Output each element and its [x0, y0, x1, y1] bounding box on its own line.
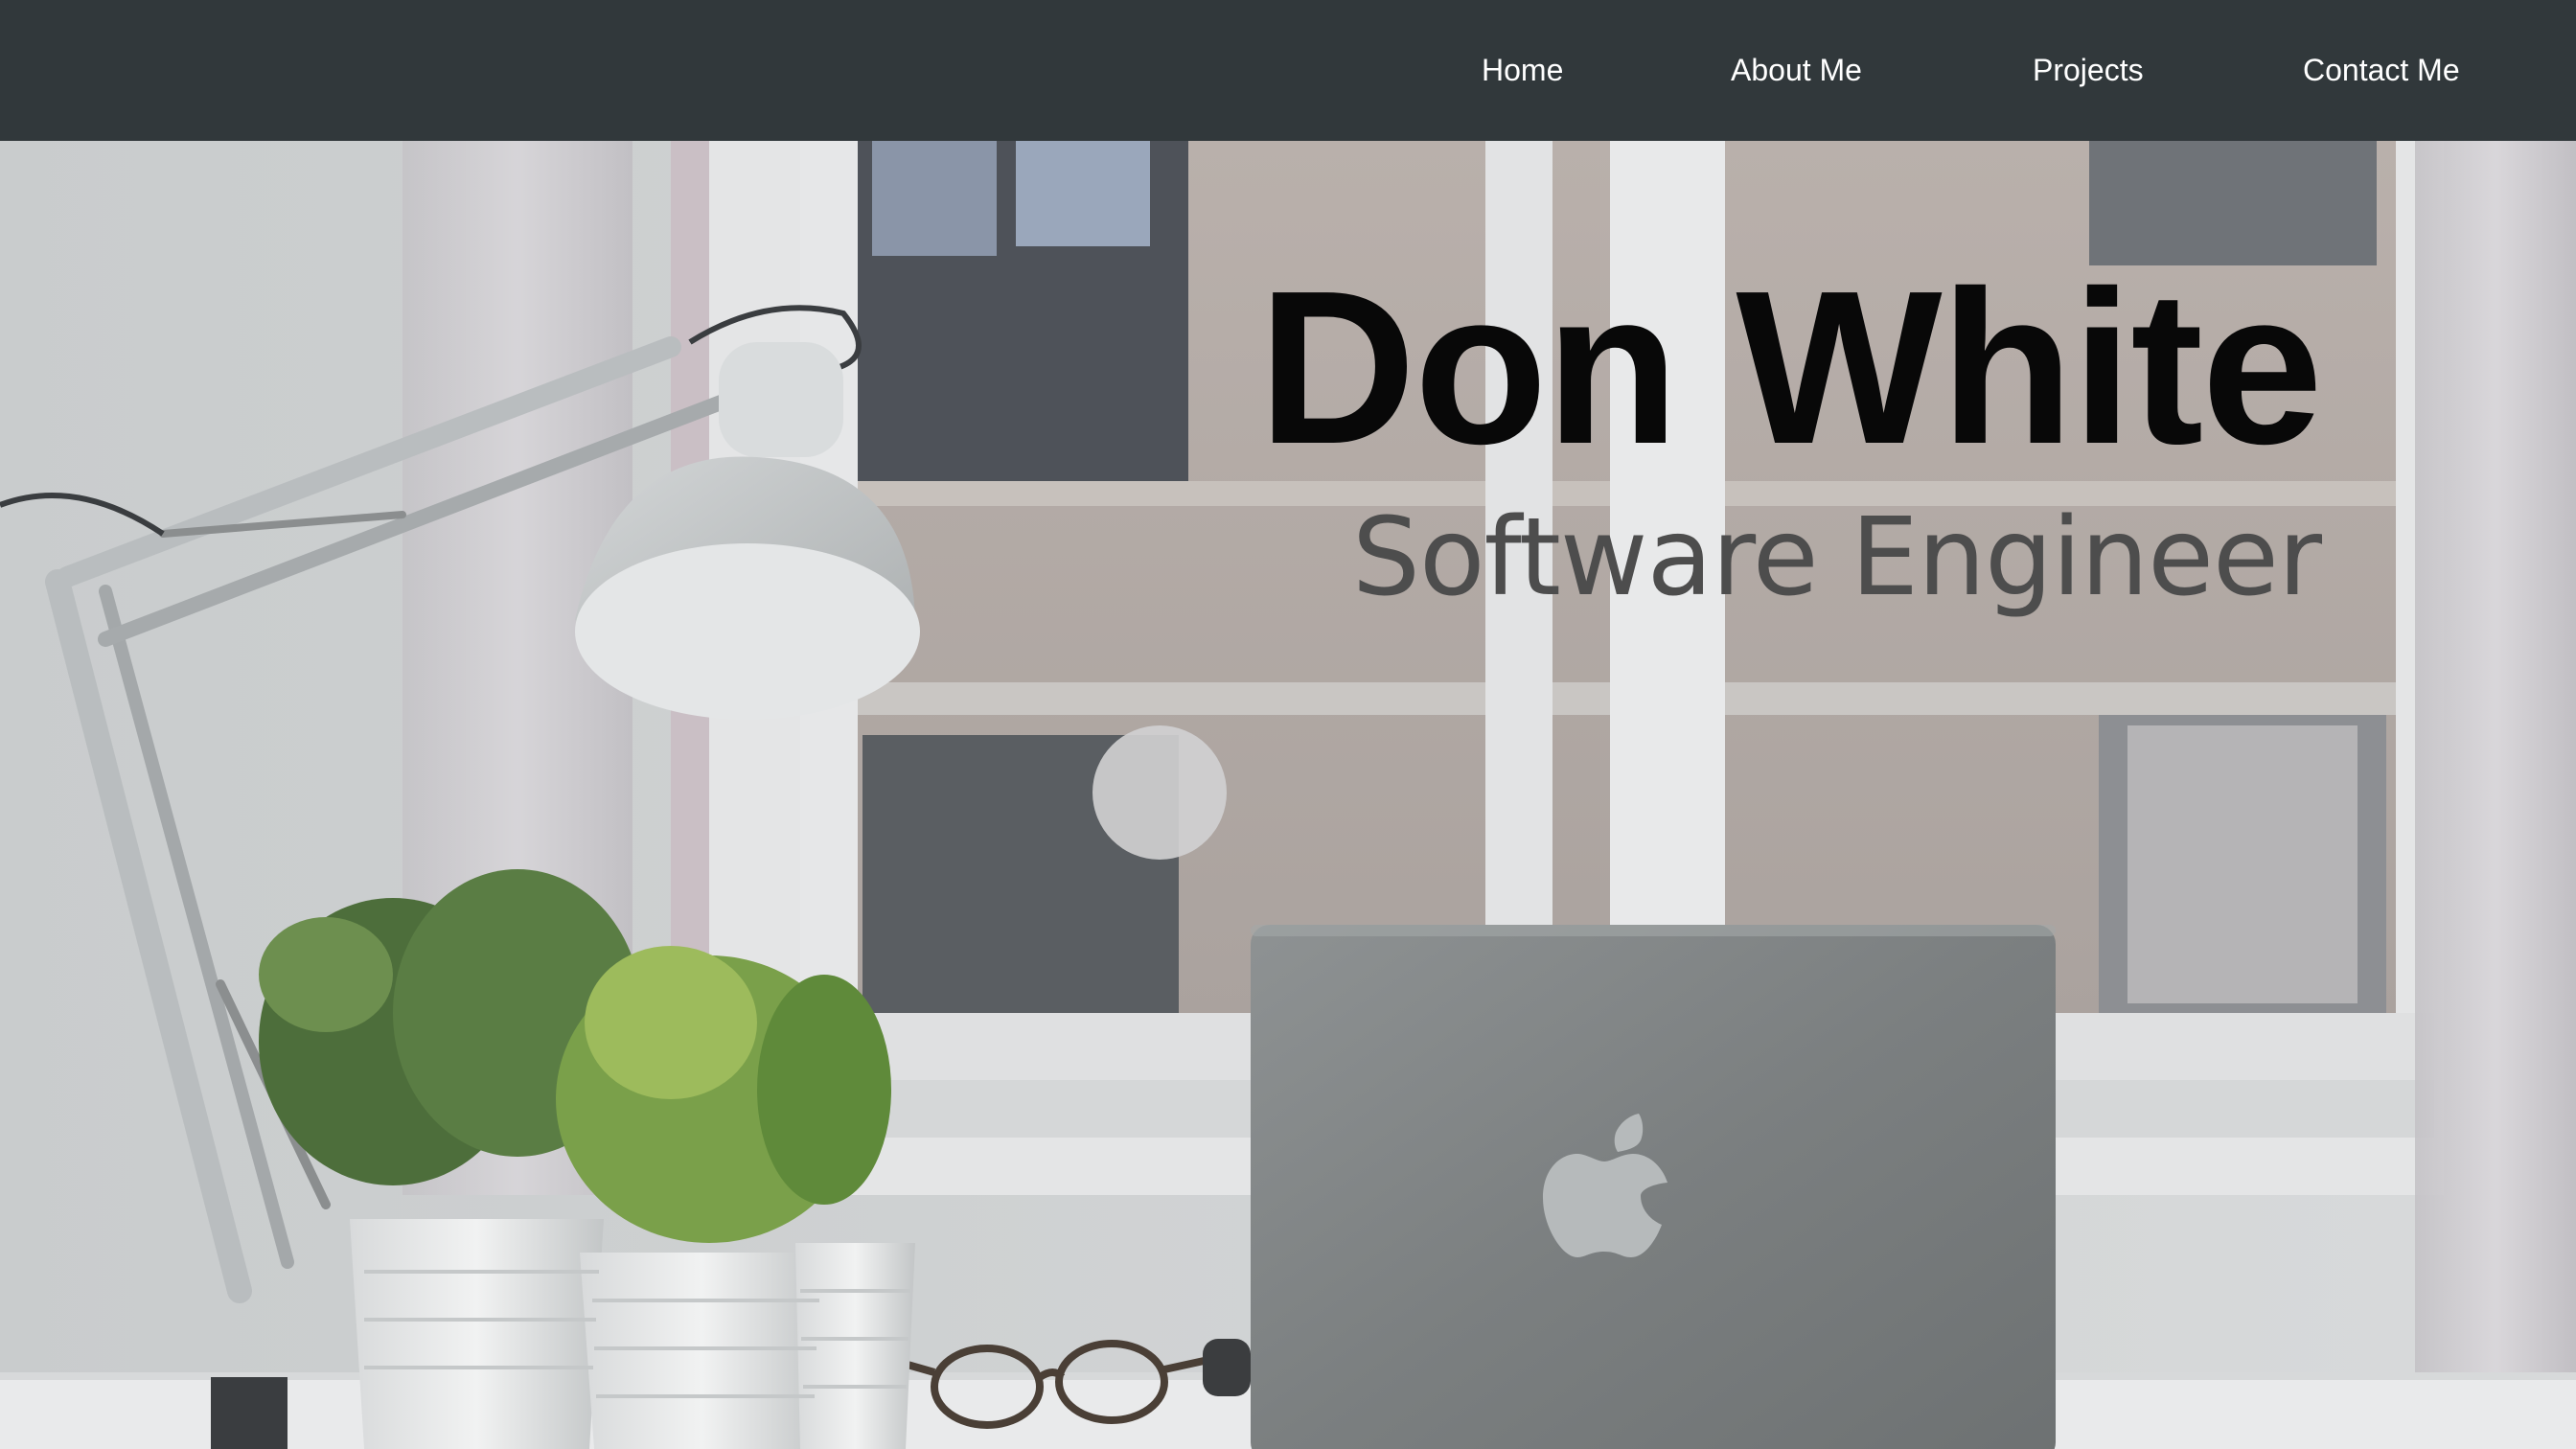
hero-title: Don White [1257, 246, 2323, 490]
nav-link-projects[interactable]: Projects [2033, 47, 2144, 93]
nav-link-about-me[interactable]: About Me [1731, 47, 1862, 93]
nav-link-home[interactable]: Home [1482, 47, 1563, 93]
top-navbar: Home About Me Projects Contact Me [0, 0, 2576, 141]
nav-link-contact-me[interactable]: Contact Me [2303, 47, 2460, 93]
hero-section: Don White Software Engineer [0, 141, 2576, 1449]
hero-subtitle: Software Engineer [1351, 495, 2322, 620]
portfolio-page: Home About Me Projects Contact Me Don Wh… [0, 0, 2576, 1449]
